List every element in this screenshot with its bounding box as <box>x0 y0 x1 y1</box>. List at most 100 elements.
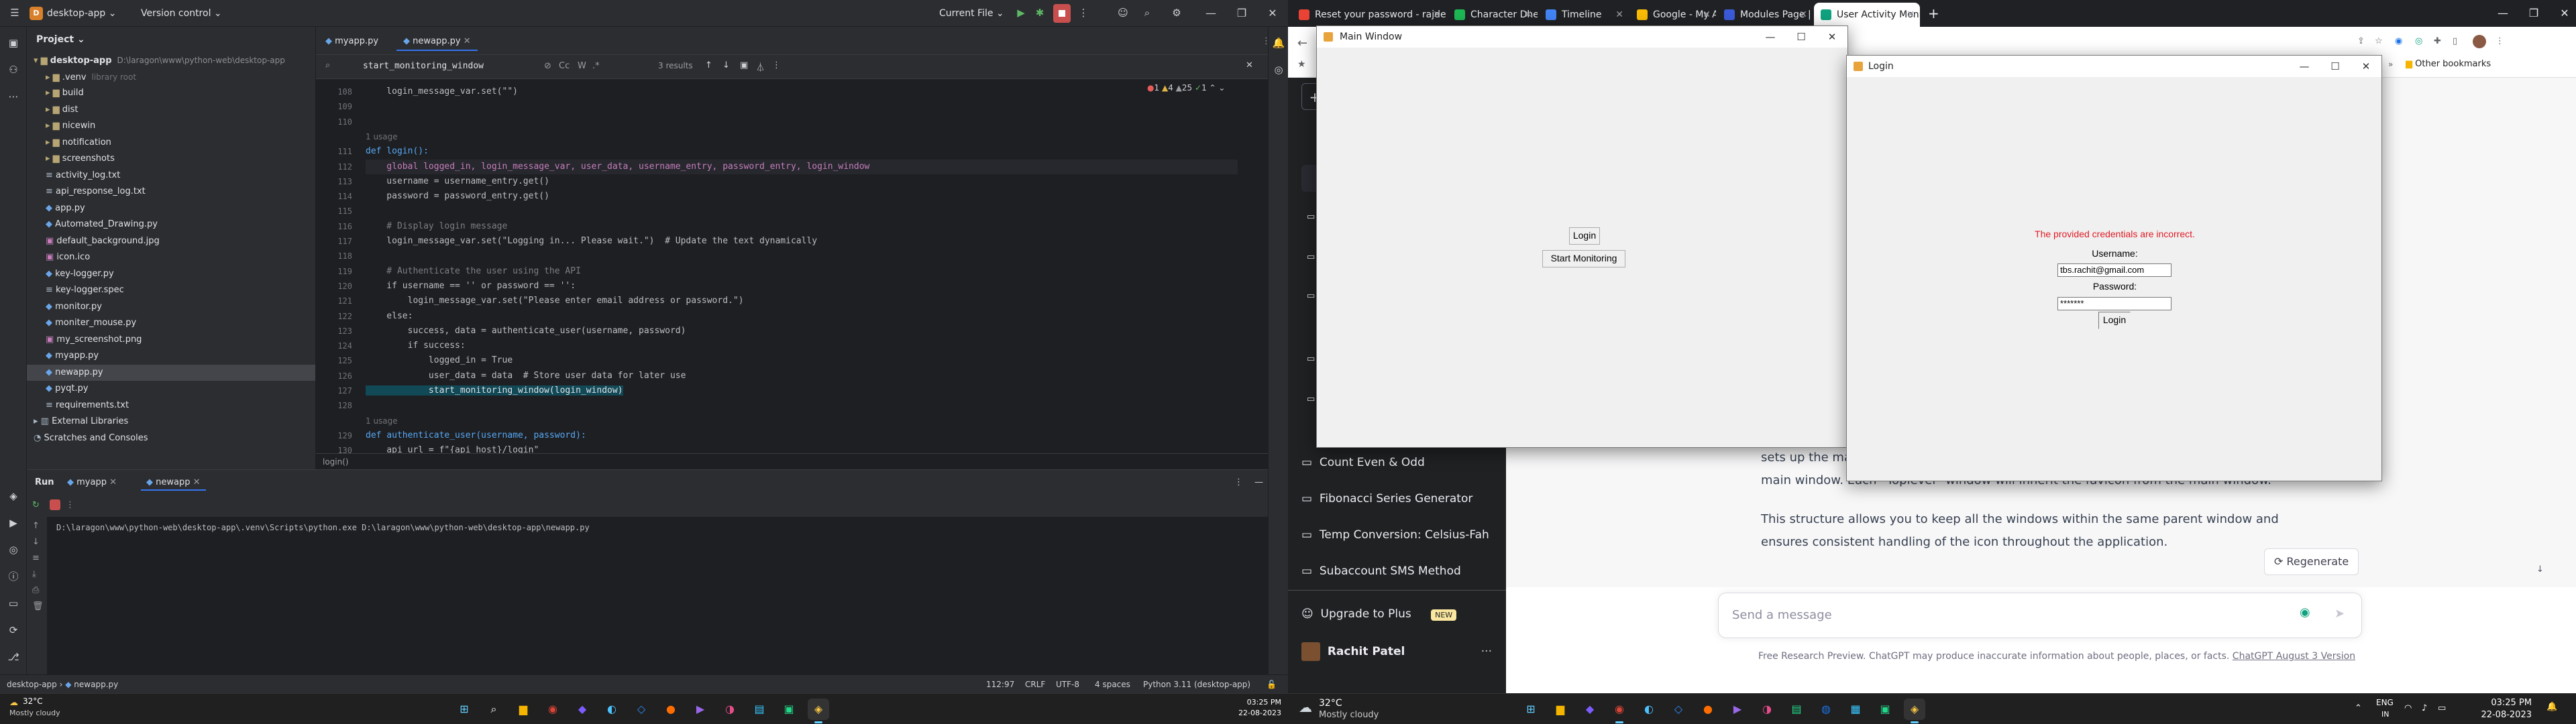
browser-tab[interactable]: Reset your password - rajde ✕ <box>1292 3 1446 27</box>
tree-item[interactable]: ▸ ▆ .venv library root <box>27 69 315 85</box>
tree-item[interactable]: ▾ ▆ desktop-app D:\laragon\www\python-web… <box>27 52 315 68</box>
chrome-icon[interactable]: ◉ <box>542 699 564 720</box>
filter-icon[interactable]: ⏃ <box>756 60 765 73</box>
line-separator[interactable]: CRLF <box>1025 675 1045 694</box>
app-icon[interactable]: ▤ <box>749 699 770 720</box>
battery-icon[interactable]: ▭ <box>2438 703 2446 713</box>
maps-icon[interactable]: ◍ <box>1815 699 1837 720</box>
file-explorer-icon[interactable]: ▆ <box>513 699 534 720</box>
tk-close-button[interactable]: ✕ <box>2351 56 2381 77</box>
tk-minimize-button[interactable]: — <box>1755 26 1786 48</box>
lock-icon[interactable]: 🔓 <box>1267 675 1277 694</box>
vscode-icon[interactable]: ◇ <box>1668 699 1689 720</box>
find-input[interactable]: start_monitoring_window <box>363 61 484 71</box>
firefox-icon[interactable]: ● <box>660 699 682 720</box>
run-tool-icon[interactable]: ▶ <box>7 516 20 530</box>
clear-search-icon[interactable]: ⊘ <box>544 61 551 71</box>
bookmark-icon[interactable]: ☆ <box>2375 36 2383 46</box>
password-field[interactable]: ******* <box>2057 297 2171 310</box>
close-tab-icon[interactable]: ✕ <box>109 477 117 487</box>
tk-maximize-button[interactable]: ☐ <box>1786 26 1817 48</box>
git-icon[interactable]: ⎇ <box>7 650 20 664</box>
tree-item[interactable]: ≡ requirements.txt <box>27 398 315 414</box>
weather-temp[interactable]: 32°C <box>1319 698 1342 709</box>
back-icon[interactable]: ← <box>1297 36 1307 50</box>
indent-setting[interactable]: 4 spaces <box>1095 675 1130 694</box>
more-actions-icon[interactable]: ⋮ <box>1077 4 1090 23</box>
match-case-toggle[interactable]: Cc <box>559 61 570 71</box>
terminal-icon[interactable]: ▭ <box>7 597 20 610</box>
login-submit-button[interactable]: Login <box>2098 312 2131 329</box>
usage-hint[interactable]: 1 usage <box>366 129 398 144</box>
browser-tab[interactable]: User Activity Monitoring✕ <box>1814 3 1920 27</box>
stop-run-icon[interactable] <box>50 499 60 510</box>
volume-icon[interactable]: ♪ <box>2422 703 2427 713</box>
notifications-icon[interactable]: 🔔 <box>1272 36 1285 50</box>
regex-toggle[interactable]: .* <box>592 61 600 71</box>
more-tools-icon[interactable]: ⋯ <box>7 90 20 103</box>
app-icon[interactable]: ◆ <box>1579 699 1601 720</box>
python-interpreter[interactable]: Python 3.11 (desktop-app) <box>1143 675 1250 694</box>
chrome-icon[interactable]: ◉ <box>1609 699 1630 723</box>
debug-icon[interactable]: ✱ <box>1033 4 1046 23</box>
chat-item-count-even-odd[interactable]: ▭ Count Even & Odd <box>1301 449 1496 476</box>
search-icon[interactable]: ⌕ <box>1140 4 1154 23</box>
run-tab-newapp[interactable]: ◆ newapp ✕ <box>141 475 206 491</box>
tree-item[interactable]: ◆ pyqt.py <box>27 381 315 397</box>
edge-icon[interactable]: ◐ <box>1638 699 1660 720</box>
run-config-selector[interactable]: Current File ⌄ <box>939 4 1004 23</box>
scroll-to-end-icon[interactable]: ⤓ <box>32 569 36 579</box>
file-explorer-icon[interactable]: ▆ <box>1550 699 1571 720</box>
tree-item[interactable]: ◆ monitor.py <box>27 299 315 315</box>
close-tab-icon[interactable]: ✕ <box>1433 3 1441 27</box>
bookmark-star-icon[interactable]: ★ <box>1297 59 1306 70</box>
tree-item[interactable]: ▸ ▆ nicewin <box>27 118 315 134</box>
close-tab-icon[interactable]: ✕ <box>1907 3 1915 27</box>
close-tab-icon[interactable]: ✕ <box>1799 3 1807 27</box>
chat-item-subaccount-sms[interactable]: ▭ Subaccount SMS Method <box>1301 558 1496 585</box>
settings-gear-icon[interactable]: ⚙ <box>1170 4 1183 23</box>
user-menu[interactable]: Rachit Patel ··· <box>1301 638 1496 665</box>
scroll-down-icon[interactable]: ↓ <box>2536 564 2544 575</box>
tree-item[interactable]: ▸ ▥ External Libraries <box>27 414 315 430</box>
close-find-icon[interactable]: ✕ <box>1246 60 1253 70</box>
ide-close-button[interactable]: ✕ <box>1257 0 1288 27</box>
edge-icon[interactable]: ◐ <box>601 699 623 720</box>
main-menu-icon[interactable]: ☰ <box>8 4 21 23</box>
ide-minimize-button[interactable]: — <box>1195 0 1226 27</box>
tree-item[interactable]: ▣ icon.ico <box>27 249 315 265</box>
previous-occurrence-icon[interactable]: ↑ <box>705 60 712 70</box>
ai-assistant-icon[interactable]: ◎ <box>1272 63 1285 76</box>
select-all-occurrences-icon[interactable]: ▣ <box>740 60 748 70</box>
pycharm-icon[interactable]: ▣ <box>778 699 800 720</box>
tree-item[interactable]: ▸ ▆ notification <box>27 135 315 151</box>
regenerate-button[interactable]: ⟳ Regenerate <box>2264 548 2359 575</box>
editor-breadcrumb[interactable]: login() <box>316 453 1268 469</box>
scroll-up-icon[interactable]: ↑ <box>32 521 40 531</box>
tk-maximize-button[interactable]: ☐ <box>2320 56 2351 77</box>
close-tab-icon[interactable]: ✕ <box>1703 3 1711 27</box>
editor-tab-newapp[interactable]: ◆ newapp.py ✕ <box>396 32 478 51</box>
run-tab-myapp[interactable]: ◆ myapp ✕ <box>67 477 117 487</box>
hide-panel-icon[interactable]: — <box>1254 477 1263 487</box>
start-windows-icon[interactable]: ⊞ <box>1520 699 1542 720</box>
new-tab-plus-icon[interactable]: + <box>1928 5 1939 21</box>
browser-tab[interactable]: Google - My Activity✕ <box>1630 3 1716 27</box>
input-language[interactable]: ENG <box>2376 698 2394 707</box>
tree-item[interactable]: ◆ Automated_Drawing.py <box>27 217 315 233</box>
browser-menu-icon[interactable]: ⋮ <box>2496 36 2504 46</box>
python-packages-icon[interactable]: ◈ <box>7 489 20 503</box>
pycharm-icon[interactable]: ▣ <box>1874 699 1896 720</box>
app-icon[interactable]: ◆ <box>572 699 593 720</box>
profile-avatar[interactable] <box>2473 35 2486 48</box>
share-icon[interactable]: ⇪ <box>2357 36 2365 46</box>
problems-icon[interactable]: ⓘ <box>7 570 20 583</box>
browser-tab[interactable]: Character Dheela - Pritam✕ <box>1448 3 1538 27</box>
close-tab-icon[interactable]: ✕ <box>1524 3 1532 27</box>
account-icon[interactable]: ☺ <box>1116 4 1130 23</box>
more-icon[interactable]: ··· <box>1481 638 1492 665</box>
browser-maximize-button[interactable]: ❐ <box>2518 0 2549 27</box>
rerun-icon[interactable]: ↻ <box>32 500 40 510</box>
vscode-icon[interactable]: ◇ <box>631 699 652 720</box>
tree-item[interactable]: ▣ my_screenshot.png <box>27 332 315 348</box>
